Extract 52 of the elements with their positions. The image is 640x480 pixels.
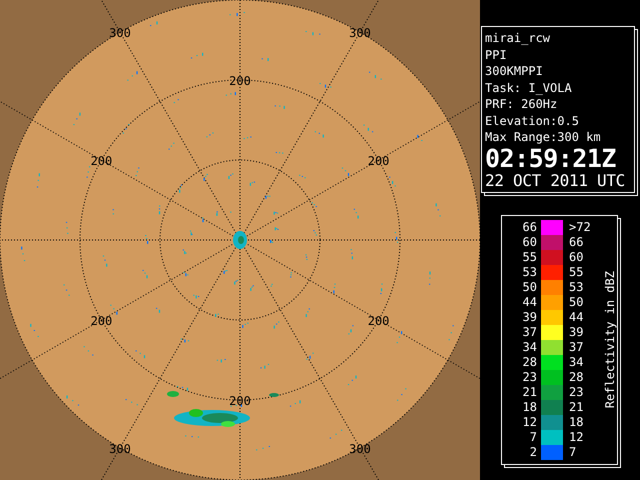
legend-value: 39 (522, 310, 537, 324)
info-line: mirai_rcw (485, 30, 552, 46)
range-label: 200 (368, 154, 390, 168)
legend-value: 44 (522, 295, 537, 309)
range-label: 300 (349, 26, 371, 40)
legend-value: 50 (522, 280, 537, 294)
range-label: 200 (90, 314, 112, 328)
range-label: 300 (109, 26, 131, 40)
legend-value: 28 (522, 355, 537, 369)
legend-value: 18 (522, 400, 537, 414)
range-label: 200 (229, 394, 251, 408)
legend-value: 53 (569, 280, 584, 294)
legend-value: 39 (569, 325, 584, 339)
info-line: 300KMPPI (485, 63, 544, 80)
scan-time: 02:59:21Z (485, 146, 617, 172)
range-label: 200 (368, 314, 390, 328)
legend-value: 12 (522, 415, 537, 429)
legend-title: Reflectivity in dBZ (603, 270, 617, 408)
legend-value: 23 (522, 370, 537, 384)
legend-value: 2 (528, 445, 537, 459)
legend-value: 7 (528, 430, 537, 444)
legend-value: 34 (569, 355, 584, 369)
legend-value: 37 (569, 340, 584, 354)
range-label: 300 (349, 442, 371, 456)
legend-value: 7 (569, 445, 578, 459)
legend-value: 55 (569, 265, 584, 279)
info-line: Task: I_VOLA (485, 80, 573, 96)
legend-value: 18 (569, 415, 584, 429)
legend-value: 28 (569, 370, 584, 384)
legend-value: >72 (569, 220, 592, 234)
info-line: PRF: 260Hz (485, 96, 558, 112)
info-line: PPI (485, 46, 508, 63)
legend-value: 66 (522, 220, 537, 234)
legend-value: 44 (569, 310, 584, 324)
legend-value: 37 (522, 325, 537, 339)
info-line: Elevation:0.5 (485, 112, 580, 129)
legend-value: 66 (569, 235, 584, 249)
range-label: 200 (90, 154, 112, 168)
legend-value: 60 (569, 250, 584, 264)
legend-value: 60 (522, 235, 537, 249)
legend-value: 50 (569, 295, 584, 309)
legend-value: 55 (522, 250, 537, 264)
legend-value: 23 (569, 385, 584, 399)
range-label: 300 (109, 442, 131, 456)
range-label: 200 (229, 74, 251, 88)
legend-value: 21 (522, 385, 537, 399)
scan-date: 22 OCT 2011 UTC (485, 172, 626, 190)
info-line: Max Range:300 km (485, 129, 602, 146)
legend-value: 12 (569, 430, 584, 444)
legend-value: 21 (569, 400, 584, 414)
legend-value: 53 (522, 265, 537, 279)
legend-value: 34 (522, 340, 537, 354)
